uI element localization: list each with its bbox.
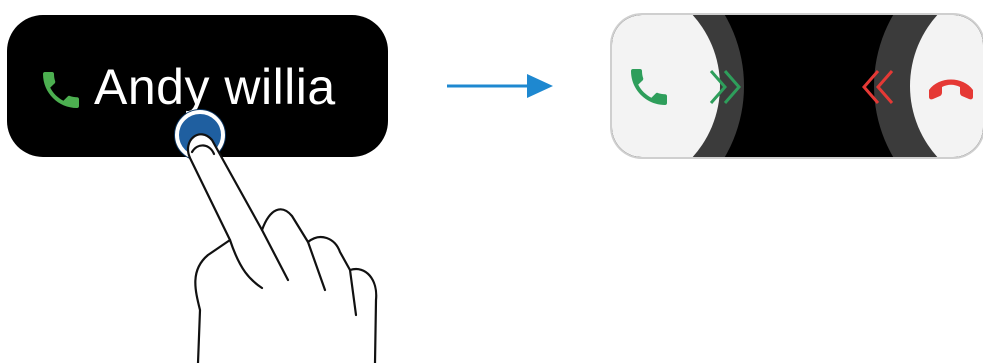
chevron-left-double-icon (862, 70, 894, 104)
phone-icon (43, 72, 79, 108)
chevron-right-double-icon (709, 70, 741, 104)
caller-name: Andy willia (94, 59, 336, 115)
arrow-right-icon (447, 74, 553, 98)
phone-reject-icon (929, 79, 973, 100)
phone-accept-icon (631, 69, 667, 105)
call-answer-panel (612, 15, 983, 157)
hand-tap-icon (187, 133, 378, 363)
